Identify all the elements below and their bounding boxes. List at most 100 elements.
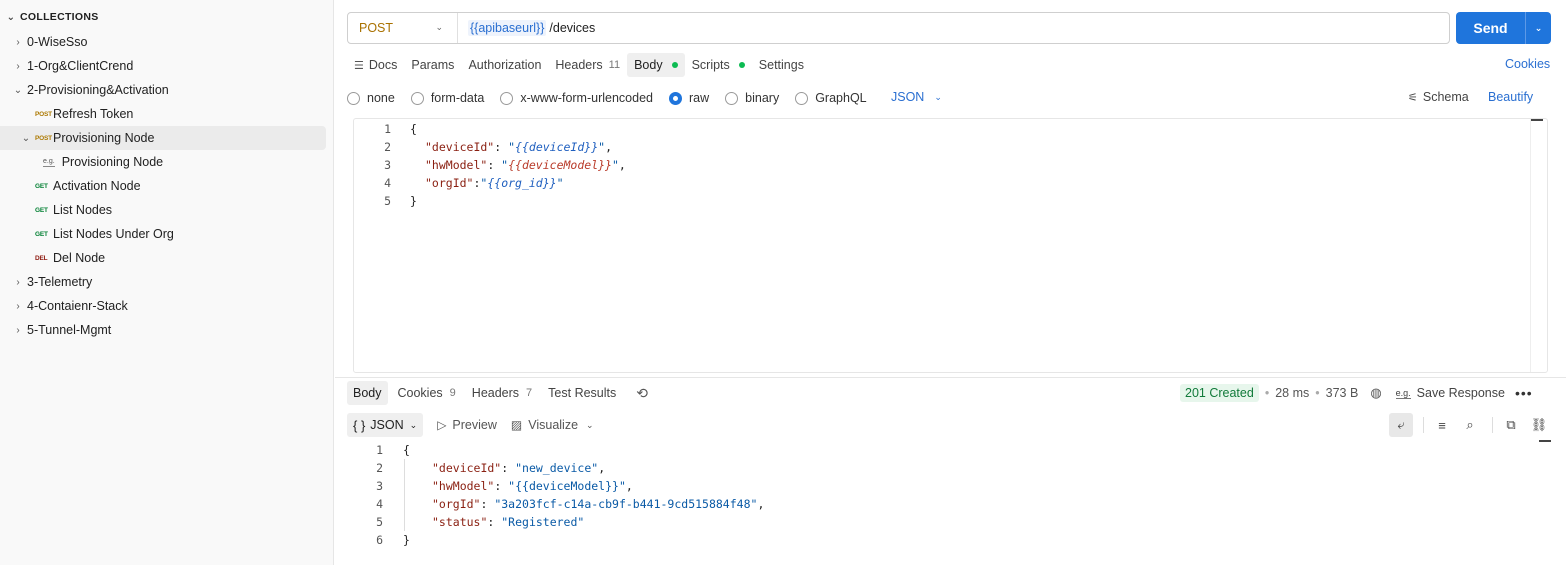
visualize-button[interactable]: ▨ Visualize ⌄ [511, 418, 594, 432]
schema-button[interactable]: ⚟ Schema [1408, 90, 1469, 104]
body-type-graphql[interactable]: GraphQL [795, 91, 867, 105]
json-variable: {{deviceModel}} [508, 158, 612, 172]
tab-docs[interactable]: ☰ Docs [347, 53, 404, 77]
preview-button[interactable]: ▷ Preview [437, 418, 497, 432]
response-divider[interactable] [335, 377, 1566, 378]
response-body-viewer[interactable]: 1 2 3 4 5 6 { "deviceId": "new_device", … [347, 441, 1547, 565]
tab-label: Body [353, 386, 382, 400]
line-number: 5 [384, 194, 391, 208]
tree-item-label: 0-WiseSso [27, 35, 88, 49]
collections-header[interactable]: ⌄ COLLECTIONS [6, 9, 99, 25]
radio-button[interactable] [410, 91, 424, 105]
response-format-select[interactable]: { } JSON ⌄ [347, 413, 424, 437]
method-label: POST [359, 21, 394, 35]
chevron-right-icon: › [16, 60, 20, 72]
radio-button-checked[interactable] [669, 91, 682, 105]
sidebar-item-4-container-stack[interactable]: › 4-Contaienr-Stack [0, 294, 326, 318]
cookies-link[interactable]: Cookies [1505, 57, 1550, 71]
tab-label: Test Results [548, 386, 617, 400]
history-icon[interactable]: ⟲ [636, 385, 648, 402]
body-type-raw[interactable]: raw [669, 91, 709, 105]
search-icon[interactable]: ⌕ [1458, 413, 1482, 437]
tab-params[interactable]: Params [404, 53, 461, 77]
radio-button[interactable] [795, 91, 809, 105]
save-response-button[interactable]: e.g. Save Response [1395, 386, 1505, 400]
radio-button[interactable] [347, 91, 360, 105]
tab-body[interactable]: Body [627, 53, 685, 77]
sidebar-item-list-nodes-under-org[interactable]: GET List Nodes Under Org [0, 222, 326, 246]
tab-scripts[interactable]: Scripts [685, 53, 752, 77]
sidebar-item-2-provisioning[interactable]: ⌄ 2-Provisioning&Activation [0, 78, 326, 102]
sidebar-item-3-telemetry[interactable]: › 3-Telemetry [0, 270, 326, 294]
editor-scrollbar[interactable] [1530, 119, 1547, 372]
resp-tab-headers[interactable]: Headers 7 [466, 381, 538, 405]
send-options-chevron-icon[interactable]: ⌄ [1526, 23, 1551, 34]
method-badge: GET [35, 230, 48, 238]
scroll-thumb[interactable] [1531, 119, 1543, 121]
tab-label: Settings [758, 58, 804, 72]
url-input[interactable]: {{apibaseurl}} /devices [458, 20, 595, 36]
sidebar-item-del-node[interactable]: DEL Del Node [0, 246, 326, 270]
method-badge: GET [35, 206, 48, 214]
brace: { [410, 122, 417, 136]
body-type-none[interactable]: none [347, 91, 395, 105]
code-line: "orgId": "3a203fcf-c14a-cb9f-b441-9cd515… [432, 497, 765, 511]
tree-item-label: Del Node [53, 251, 106, 265]
sidebar-item-example-provisioning-node[interactable]: e.g. Provisioning Node [0, 150, 326, 174]
tab-label: Authorization [468, 58, 542, 72]
radio-button[interactable] [500, 91, 514, 105]
schema-icon: ⚟ [1408, 91, 1418, 104]
tab-label: Headers [471, 386, 520, 400]
response-time[interactable]: 28 ms [1275, 386, 1309, 400]
sidebar-item-activation-node[interactable]: GET Activation Node [0, 174, 326, 198]
response-meta: 201 Created • 28 ms • 373 B ◍ e.g. Save … [1180, 381, 1533, 405]
body-type-options: none form-data x-www-form-urlencoded raw… [347, 87, 883, 109]
sidebar-item-refresh-token[interactable]: POST Refresh Token [0, 102, 326, 126]
resp-tab-cookies[interactable]: Cookies 9 [392, 381, 462, 405]
body-type-urlencoded[interactable]: x-www-form-urlencoded [500, 91, 653, 105]
radio-label: none [367, 91, 395, 105]
more-options-icon[interactable]: ••• [1515, 385, 1533, 401]
chevron-right-icon: › [16, 300, 20, 312]
network-globe-icon[interactable]: ◍ [1370, 385, 1381, 401]
send-button[interactable]: Send ⌄ [1456, 12, 1551, 44]
filter-icon[interactable]: ≡ [1430, 413, 1454, 437]
resp-tab-body[interactable]: Body [347, 381, 388, 405]
tab-settings[interactable]: Settings [752, 53, 811, 77]
copy-icon[interactable]: ⧉ [1499, 413, 1523, 437]
save-response-label: Save Response [1416, 386, 1505, 400]
sidebar-item-5-tunnel-mgmt[interactable]: › 5-Tunnel-Mgmt [0, 318, 326, 342]
beautify-button[interactable]: Beautify [1488, 90, 1533, 104]
line-number: 2 [384, 140, 391, 154]
tab-headers[interactable]: Headers 11 [548, 53, 627, 77]
link-icon[interactable]: ⛓ [1527, 413, 1551, 437]
json-key: "orgId" [432, 497, 481, 511]
wrap-lines-icon[interactable]: ⤶ [1389, 413, 1413, 437]
docs-icon: ☰ [354, 59, 364, 72]
tree-item-label: 1-Org&ClientCrend [27, 59, 134, 73]
method-select[interactable]: POST ⌄ [348, 13, 458, 43]
response-size[interactable]: 373 B [1326, 386, 1359, 400]
sidebar-item-provisioning-node[interactable]: ⌄ POST Provisioning Node [0, 126, 326, 150]
tab-label: Body [634, 58, 663, 72]
body-type-form-data[interactable]: form-data [410, 91, 484, 105]
sidebar-item-1-org[interactable]: › 1-Org&ClientCrend [0, 54, 326, 78]
body-format-label: JSON [891, 90, 925, 104]
brace: } [410, 194, 417, 208]
radio-button[interactable] [725, 91, 739, 105]
brace: { [403, 443, 410, 457]
request-body-editor[interactable]: 1 2 3 4 5 { "deviceId": "{{deviceId}}", … [353, 118, 1548, 373]
sidebar-item-0-wisesso[interactable]: › 0-WiseSso [0, 30, 326, 54]
tab-authorization[interactable]: Authorization [461, 53, 548, 77]
json-key: "deviceId" [425, 140, 495, 154]
code-line: { [403, 441, 410, 459]
body-type-binary[interactable]: binary [725, 91, 779, 105]
status-badge[interactable]: 201 Created [1180, 384, 1259, 402]
tab-label: Headers [555, 58, 603, 72]
sidebar-item-list-nodes[interactable]: GET List Nodes [0, 198, 326, 222]
code-line: { [410, 120, 417, 138]
resp-tab-test-results[interactable]: Test Results [542, 381, 622, 405]
line-number: 5 [376, 515, 383, 529]
schema-label: Schema [1422, 90, 1469, 104]
body-format-select[interactable]: JSON ⌄ [891, 90, 942, 104]
